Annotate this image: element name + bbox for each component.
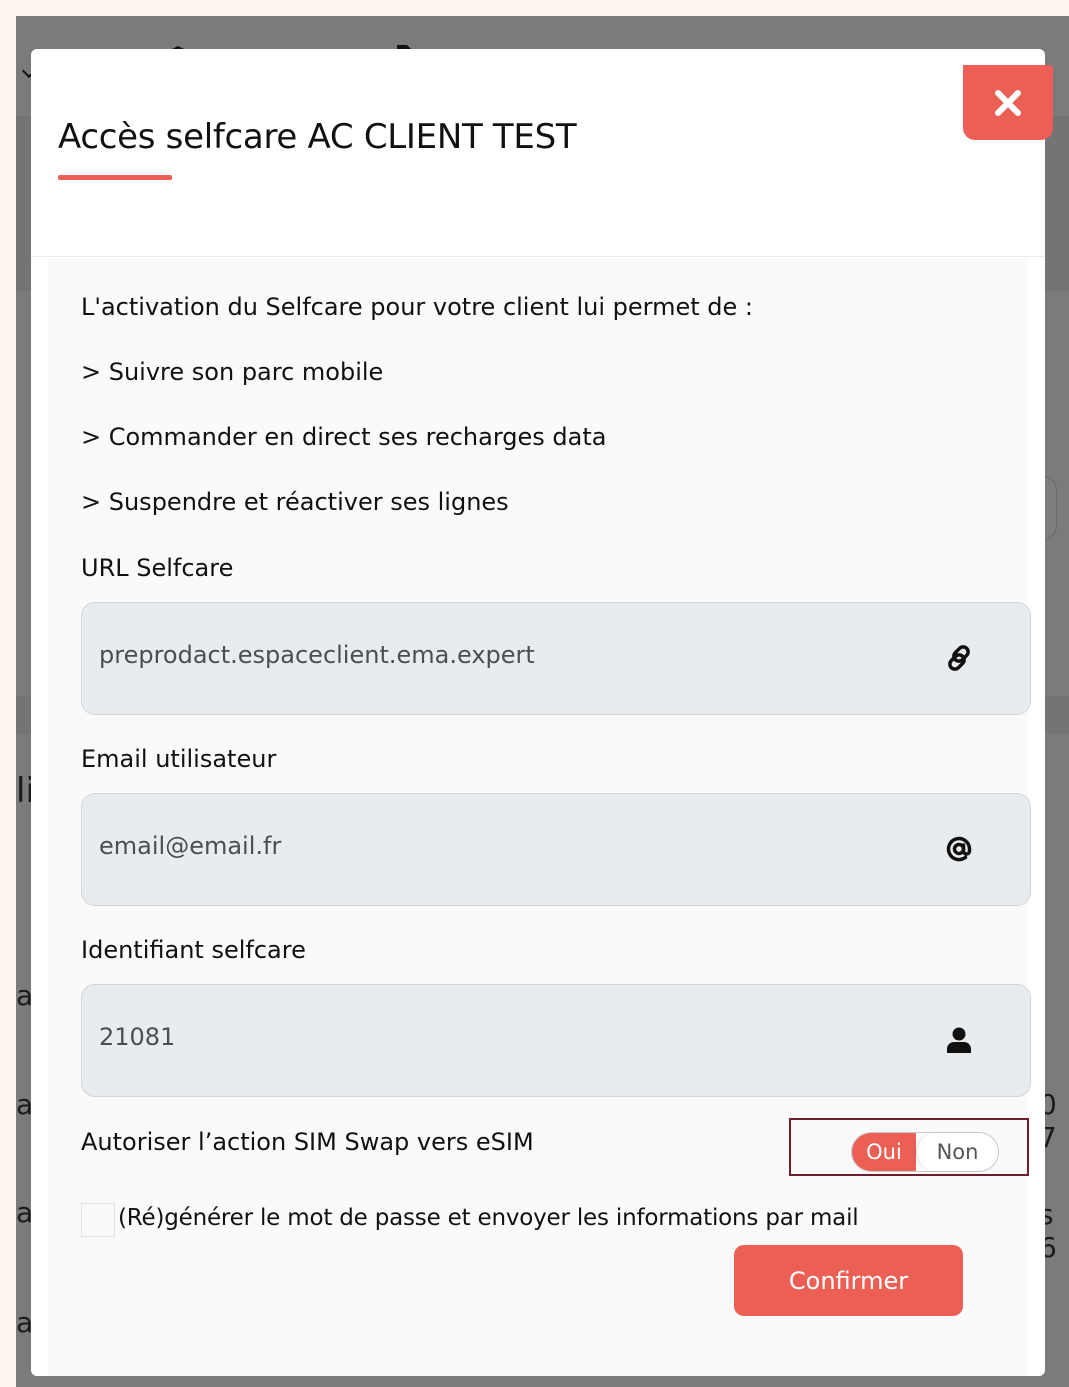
regenerate-password-checkbox[interactable] (81, 1203, 115, 1237)
email-value: email@email.fr (99, 832, 282, 860)
close-button[interactable] (963, 65, 1053, 140)
toggle-on-label: Oui (852, 1133, 916, 1171)
modal-body: L'activation du Selfcare pour votre clie… (48, 258, 1031, 1376)
toggle-off-label: Non (916, 1133, 998, 1171)
feature-item: > Suspendre et réactiver ses lignes (81, 488, 509, 516)
link-icon (944, 643, 974, 673)
url-value: preprodact.espaceclient.ema.expert (99, 641, 535, 669)
selfcare-access-modal: Accès selfcare AC CLIENT TEST L'activati… (31, 49, 1053, 1376)
identifier-label: Identifiant selfcare (81, 936, 306, 964)
sim-swap-toggle[interactable]: Oui Non (851, 1132, 999, 1172)
email-label: Email utilisateur (81, 745, 277, 773)
confirm-button[interactable]: Confirmer (734, 1245, 963, 1316)
sim-swap-toggle-focus: Oui Non (789, 1118, 1029, 1176)
feature-item: > Commander en direct ses recharges data (81, 423, 607, 451)
feature-item: > Suivre son parc mobile (81, 358, 384, 386)
modal-title: Accès selfcare AC CLIENT TEST (58, 117, 577, 157)
modal-header: Accès selfcare AC CLIENT TEST (31, 49, 1045, 257)
url-label: URL Selfcare (81, 554, 234, 582)
email-field[interactable]: email@email.fr (81, 793, 1031, 906)
title-underline (58, 175, 172, 180)
url-field[interactable]: preprodact.espaceclient.ema.expert (81, 602, 1031, 715)
close-icon (995, 89, 1021, 116)
regenerate-password-label: (Ré)générer le mot de passe et envoyer l… (118, 1205, 859, 1231)
intro-text: L'activation du Selfcare pour votre clie… (81, 293, 754, 321)
user-icon (944, 1025, 974, 1055)
at-icon (944, 834, 974, 864)
sim-swap-label: Autoriser l’action SIM Swap vers eSIM (81, 1128, 534, 1156)
identifier-field[interactable]: 21081 (81, 984, 1031, 1097)
identifier-value: 21081 (99, 1023, 176, 1051)
